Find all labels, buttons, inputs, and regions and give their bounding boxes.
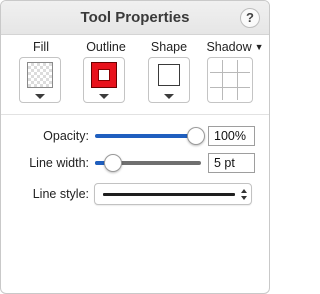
outline-color-well[interactable]	[83, 57, 125, 103]
updown-arrows-icon	[241, 189, 249, 201]
shape-well[interactable]	[148, 57, 190, 103]
solid-line-sample	[103, 193, 235, 196]
shadow-well[interactable]	[207, 57, 253, 103]
title-bar: Tool Properties ?	[1, 1, 269, 35]
dropdown-arrow-icon	[35, 94, 45, 99]
outline-color-swatch	[91, 62, 117, 88]
opacity-slider-thumb[interactable]	[187, 127, 205, 145]
help-button[interactable]: ?	[240, 8, 260, 28]
line-width-field[interactable]: 5 pt	[208, 153, 255, 173]
fill-label: Fill	[33, 40, 49, 54]
outline-label: Outline	[86, 40, 126, 54]
outline-swatch-inner	[98, 69, 110, 81]
line-style-popup[interactable]	[94, 183, 252, 205]
shape-label[interactable]: Shape	[149, 40, 189, 54]
opacity-slider-track	[95, 134, 197, 138]
grid-icon	[210, 60, 250, 100]
chevron-down-icon: ▼	[254, 42, 264, 52]
transparent-checker-icon	[27, 62, 53, 88]
tool-properties-panel: Tool Properties ? Fill Outline Shape Sha…	[0, 0, 270, 294]
opacity-label: Opacity:	[43, 129, 89, 143]
square-outline-icon	[158, 64, 180, 86]
line-width-label: Line width:	[29, 156, 89, 170]
shadow-menu[interactable]: Shadow ▼	[205, 40, 265, 54]
shadow-label: Shadow	[206, 40, 252, 54]
window-title: Tool Properties	[80, 9, 190, 26]
line-style-label: Line style:	[32, 187, 89, 201]
section-divider	[1, 114, 269, 115]
opacity-field[interactable]: 100%	[208, 126, 255, 146]
line-width-slider-thumb[interactable]	[104, 154, 122, 172]
dropdown-arrow-icon	[99, 94, 109, 99]
fill-color-well[interactable]	[19, 57, 61, 103]
dropdown-arrow-icon	[164, 94, 174, 99]
